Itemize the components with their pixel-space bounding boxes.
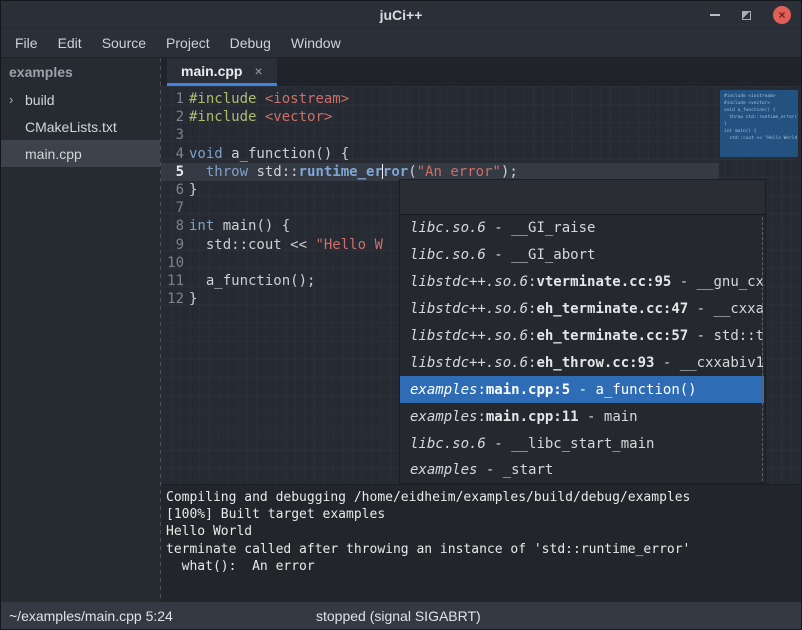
restore-icon[interactable] [742,11,751,20]
backtrace-item[interactable]: libc.so.6 - __libc_start_main [400,430,765,457]
tree-item-label: main.cpp [25,146,82,162]
code-line: 2 #include <vector> [161,108,801,126]
backtrace-item[interactable]: examples:main.cpp:11 - main [400,403,765,430]
code-line: 3 [161,126,801,144]
line-number: 1 [161,90,184,108]
backtrace-popup-header [400,180,765,215]
line-number: 9 [161,236,184,254]
line-number: 10 [161,254,184,272]
backtrace-item[interactable]: libc.so.6 - __GI_raise [400,215,765,242]
line-number: 6 [161,181,184,199]
line-number: 2 [161,108,184,126]
tab-bar: main.cpp × [161,58,801,86]
line-number: 12 [161,290,184,308]
terminal-output[interactable]: Compiling and debugging /home/eidheim/ex… [161,484,801,604]
window-title: juCi++ [1,7,801,23]
tab-close-icon[interactable]: × [254,63,262,79]
terminal-line: [100%] Built target examples [166,506,796,523]
project-name: examples [1,58,160,86]
tree-item-cmakelists[interactable]: CMakeLists.txt [1,113,160,140]
chevron-right-icon[interactable]: › [9,92,25,107]
backtrace-item[interactable]: libstdc++.so.6:eh_terminate.cc:57 - std:… [400,323,765,350]
menu-file[interactable]: File [5,29,48,58]
file-tree-sidebar: examples › build CMakeLists.txt main.cpp [1,58,160,602]
backtrace-item[interactable]: libc.so.6 - __GI_abort [400,242,765,269]
menu-project[interactable]: Project [156,29,220,58]
terminal-line: Compiling and debugging /home/eidheim/ex… [166,489,796,506]
tree-item-label: build [25,92,55,108]
menu-source[interactable]: Source [92,29,156,58]
backtrace-item[interactable]: libstdc++.so.6:eh_terminate.cc:47 - __cx… [400,296,765,323]
backtrace-list: libc.so.6 - __GI_raise libc.so.6 - __GI_… [400,215,765,483]
status-bar: ~/examples/main.cpp 5:24 stopped (signal… [1,602,801,629]
backtrace-popup: libc.so.6 - __GI_raise libc.so.6 - __GI_… [399,179,766,484]
app-window: juCi++ × File Edit Source Project Debug … [1,1,801,629]
popup-scrollbar[interactable] [762,217,763,481]
status-debug-state: stopped (signal SIGABRT) [316,608,481,624]
minimize-icon[interactable] [710,14,720,16]
line-number: 3 [161,126,184,144]
backtrace-item-selected[interactable]: examples:main.cpp:5 - a_function() [400,376,764,403]
menu-bar: File Edit Source Project Debug Window [1,29,801,58]
line-number: 11 [161,272,184,290]
window-controls: × [710,1,791,29]
terminal-line: terminate called after throwing an insta… [166,541,796,558]
status-file-location: ~/examples/main.cpp 5:24 [1,608,173,624]
line-number: 4 [161,145,184,163]
terminal-line: Hello World [166,523,796,540]
tab-label: main.cpp [181,63,242,79]
code-preview-tooltip: #include <iostream> #include <vector> vo… [720,90,798,157]
line-number: 5 [161,163,184,181]
tab-main-cpp[interactable]: main.cpp × [167,58,277,86]
backtrace-item[interactable]: libstdc++.so.6:vterminate.cc:95 - __gnu_… [400,269,765,296]
menu-debug[interactable]: Debug [220,29,281,58]
code-line: 1 #include <iostream> [161,90,801,108]
tree-item-label: CMakeLists.txt [25,119,117,135]
line-number: 8 [161,217,184,235]
backtrace-item[interactable]: libstdc++.so.6:eh_throw.cc:93 - __cxxabi… [400,349,765,376]
tree-item-main-cpp[interactable]: main.cpp [1,140,160,167]
backtrace-item[interactable]: examples - _start [400,457,765,483]
code-editor[interactable]: 1 #include <iostream> 2 #include <vector… [161,86,801,484]
tree-item-build[interactable]: › build [1,86,160,113]
terminal-line: what(): An error [166,558,796,575]
close-icon[interactable]: × [773,6,791,24]
menu-edit[interactable]: Edit [48,29,92,58]
title-bar[interactable]: juCi++ × [1,1,801,29]
menu-window[interactable]: Window [281,29,351,58]
line-number: 7 [161,199,184,217]
code-line: 4 void a_function() { [161,145,801,163]
